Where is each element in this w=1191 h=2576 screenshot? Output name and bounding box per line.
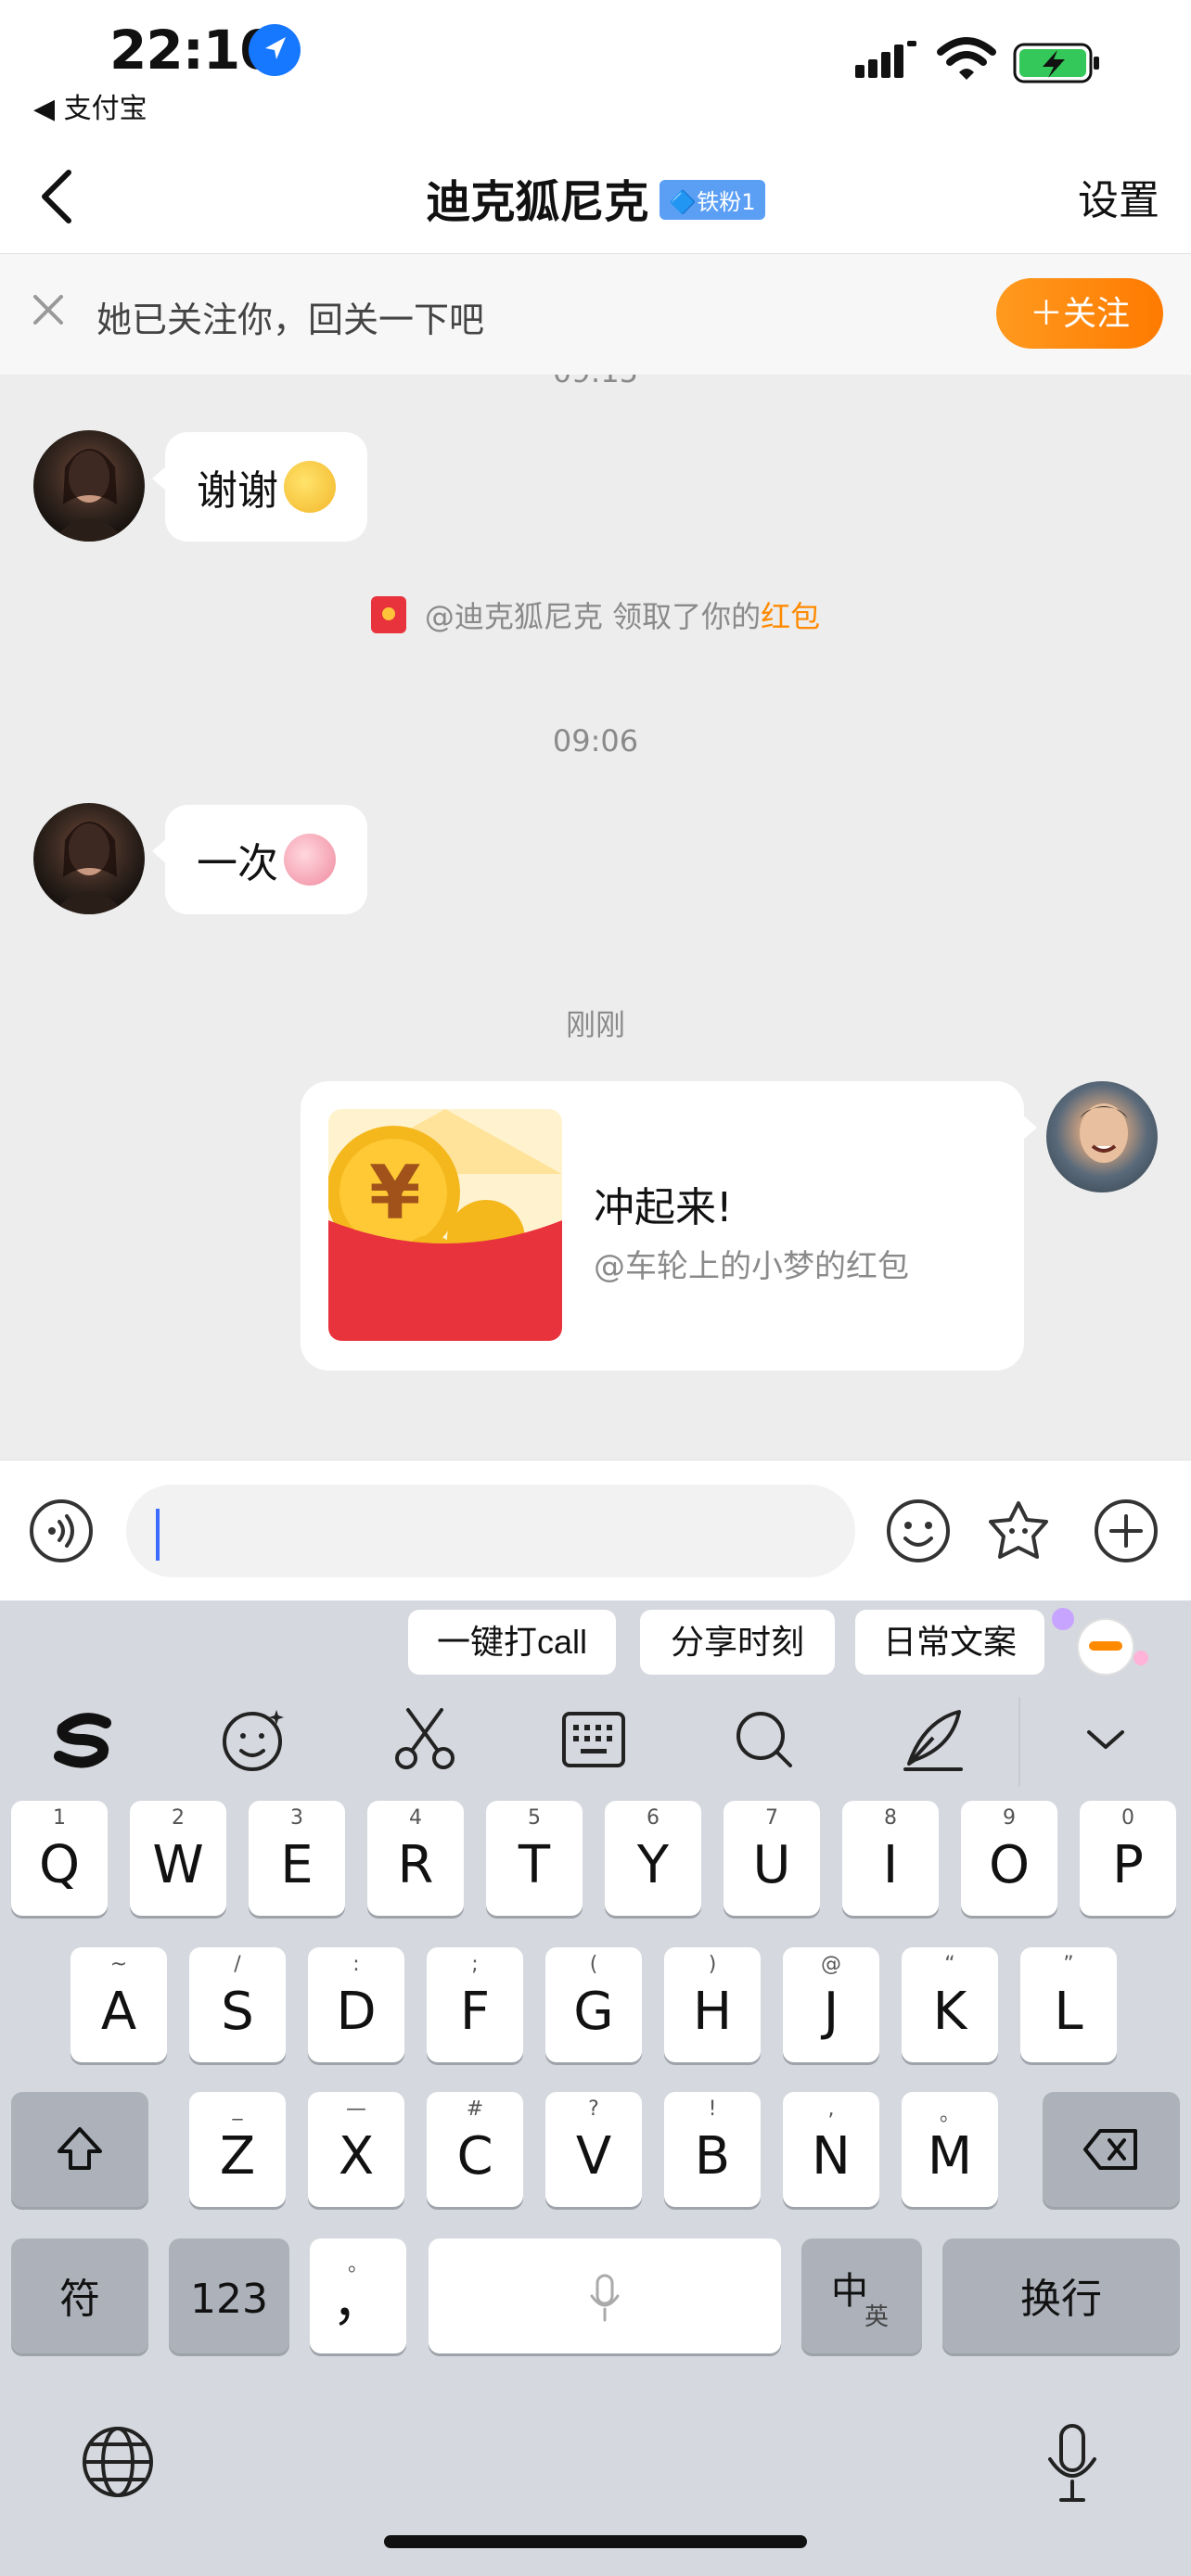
cellular-signal-icon: [855, 41, 916, 78]
timestamp: 09:06: [552, 723, 639, 759]
swipe-logo-icon[interactable]: [46, 1702, 121, 1777]
key-e[interactable]: 3E: [249, 1801, 345, 1916]
sticker-emoji: [284, 834, 336, 886]
key-q[interactable]: 1Q: [11, 1801, 108, 1916]
red-packet-link[interactable]: 红包: [761, 599, 820, 634]
dictation-microphone-icon[interactable]: [1043, 2422, 1102, 2504]
search-icon[interactable]: [727, 1702, 801, 1777]
enter-key[interactable]: 换行: [942, 2238, 1180, 2353]
message-text: 谢谢: [197, 467, 278, 515]
key-l[interactable]: ” L: [1020, 1947, 1117, 2062]
key-n[interactable]: ,N: [783, 2092, 879, 2207]
contact-name: 迪克狐尼克: [426, 176, 649, 228]
notice-text: @迪克狐尼克 领取了你的: [424, 599, 762, 634]
delete-key[interactable]: [1043, 2092, 1180, 2207]
key-h[interactable]: ) H: [664, 1947, 761, 2062]
chat-area[interactable]: 09:15 谢谢 @迪克狐尼克 领取了你的红包 09:06 一次 刚刚 ¥: [0, 375, 1191, 1460]
key-f[interactable]: ; F: [427, 1947, 523, 2062]
sticker-icon[interactable]: [985, 1498, 1052, 1564]
key-b[interactable]: ! B: [664, 2092, 761, 2207]
suggestion-chip[interactable]: 一键打call: [408, 1610, 616, 1675]
red-packet-subtitle: @车轮上的小梦的红包: [594, 1248, 909, 1285]
suggestion-chip[interactable]: 分享时刻: [640, 1610, 835, 1675]
key-o[interactable]: 9O: [961, 1801, 1057, 1916]
back-to-app-link[interactable]: ◀ 支付宝: [33, 85, 147, 126]
lang-en-label: 英: [864, 2303, 890, 2331]
shift-arrow-icon: [58, 2127, 102, 2170]
red-packet-claim-notice: @迪克狐尼克 领取了你的红包: [0, 593, 1191, 637]
my-avatar[interactable]: [1046, 1081, 1158, 1192]
microphone-icon: [590, 2274, 620, 2322]
follow-hint-text: 她已关注你，回关一下吧: [96, 300, 485, 340]
language-switch-key[interactable]: 中 英: [801, 2238, 922, 2353]
key-m[interactable]: 。 M: [902, 2092, 998, 2207]
chevron-down-icon[interactable]: [1069, 1702, 1143, 1777]
scissors-icon[interactable]: [388, 1702, 462, 1777]
follow-button[interactable]: ＋关注: [996, 278, 1163, 349]
svg-text:¥: ¥: [369, 1150, 421, 1236]
red-packet-title: 冲起来!: [594, 1184, 733, 1231]
red-packet-card[interactable]: ¥ 冲起来! @车轮上的小梦的红包: [301, 1081, 1037, 1371]
follow-banner: 她已关注你，回关一下吧 ＋关注: [0, 254, 1191, 375]
globe-icon[interactable]: [80, 2424, 156, 2500]
key-k[interactable]: “K: [902, 1947, 998, 2062]
key-r[interactable]: 4R: [367, 1801, 464, 1916]
key-y[interactable]: 6Y: [605, 1801, 701, 1916]
key-a[interactable]: ~ A: [70, 1947, 167, 2062]
page-title: 迪克狐尼克 🔷铁粉1: [0, 165, 1191, 230]
timestamp: 刚刚: [565, 1007, 625, 1042]
key-w[interactable]: 2W: [130, 1801, 226, 1916]
nav-bar: 迪克狐尼克 🔷铁粉1 设置: [0, 139, 1191, 254]
key-d[interactable]: :D: [308, 1947, 404, 2062]
key-x[interactable]: — X: [308, 2092, 404, 2207]
avatar[interactable]: [33, 430, 145, 542]
handwriting-pen-icon[interactable]: [896, 1702, 970, 1777]
key-c[interactable]: # C: [427, 2092, 523, 2207]
close-icon[interactable]: [28, 289, 69, 330]
avatar[interactable]: [33, 803, 145, 914]
shift-key[interactable]: [11, 2092, 148, 2207]
red-packet-image: ¥: [328, 1109, 562, 1341]
settings-button[interactable]: 设置: [1078, 167, 1159, 226]
battery-charging-icon: [1013, 43, 1099, 83]
key-z[interactable]: _ Z: [189, 2092, 286, 2207]
key-t[interactable]: 5T: [486, 1801, 583, 1916]
message-text: 一次: [197, 840, 278, 887]
input-bar: [0, 1460, 1191, 1600]
sticker-emoji: [284, 461, 336, 513]
emoji-icon[interactable]: [885, 1498, 952, 1564]
lang-zh-label: 中: [831, 2270, 868, 2313]
home-indicator: [384, 2535, 807, 2548]
key-s[interactable]: / S: [189, 1947, 286, 2062]
message-bubble[interactable]: 一次: [152, 805, 367, 914]
suggestion-chip[interactable]: 日常文案: [855, 1610, 1044, 1675]
location-icon: [249, 24, 301, 76]
key-v[interactable]: ? V: [545, 2092, 642, 2207]
message-bubble[interactable]: 谢谢: [152, 432, 367, 542]
symbol-key[interactable]: 符: [11, 2238, 148, 2353]
red-packet-icon: [370, 596, 406, 633]
more-plus-icon[interactable]: [1093, 1498, 1159, 1564]
keyboard: 一键打call 分享时刻 日常文案 1Q 2W 3 E 4 R 5 T 6 Y …: [0, 1600, 1191, 2576]
space-bar[interactable]: [429, 2238, 781, 2353]
voice-input-icon[interactable]: [28, 1498, 95, 1564]
text-cursor: [156, 1509, 160, 1561]
assistant-mascot-icon[interactable]: [1048, 1600, 1150, 1684]
fan-level-badge: 🔷铁粉1: [660, 179, 765, 220]
message-input[interactable]: [126, 1485, 855, 1577]
key-i[interactable]: 8I: [842, 1801, 939, 1916]
status-bar: 22:10 ◀ 支付宝: [0, 0, 1191, 139]
numbers-key[interactable]: 123: [169, 2238, 289, 2353]
key-p[interactable]: 0P: [1080, 1801, 1176, 1916]
wifi-icon: [937, 37, 996, 80]
keyboard-icon[interactable]: [557, 1702, 631, 1777]
backspace-icon: [1083, 2129, 1137, 2170]
key-g[interactable]: (G: [545, 1947, 642, 2062]
emoji-keyboard-icon[interactable]: [217, 1702, 291, 1777]
toolbar-divider: [1018, 1697, 1020, 1786]
key-u[interactable]: 7U: [724, 1801, 820, 1916]
timestamp-clipped: 09:15: [0, 375, 1191, 389]
key-j[interactable]: @ J: [783, 1947, 879, 2062]
comma-key[interactable]: 。，: [310, 2238, 406, 2353]
